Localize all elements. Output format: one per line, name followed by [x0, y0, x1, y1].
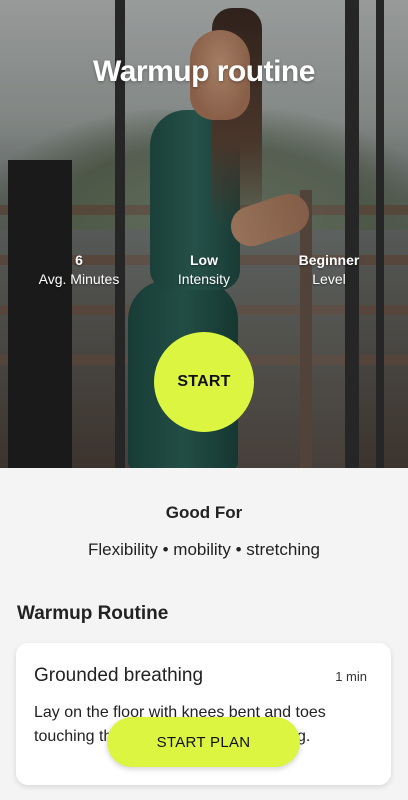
page-title: Warmup routine: [93, 55, 315, 88]
stat-intensity-label: Intensity: [177, 271, 231, 287]
start-button[interactable]: START: [154, 332, 254, 432]
stat-level-label: Level: [312, 271, 346, 287]
section-title: Warmup Routine: [17, 603, 169, 624]
exercise-title: Grounded breathing: [34, 665, 204, 686]
exercise-duration: 1 min: [335, 669, 367, 684]
good-for-title: Good For: [165, 503, 243, 522]
good-for-tags: Flexibility • mobility • stretching: [87, 540, 321, 559]
stats-row: 6 Avg. Minutes Low Intensity Beginner Le…: [0, 251, 408, 295]
stat-minutes-label: Avg. Minutes: [38, 271, 120, 287]
stat-minutes: 6 Avg. Minutes: [19, 251, 139, 289]
stat-level: Beginner Level: [269, 251, 389, 289]
stat-intensity-value: Low: [190, 252, 218, 268]
stat-level-value: Beginner: [298, 252, 360, 268]
start-plan-button[interactable]: START PLAN: [107, 717, 300, 767]
stat-intensity: Low Intensity: [144, 251, 264, 289]
stat-minutes-value: 6: [75, 252, 83, 268]
